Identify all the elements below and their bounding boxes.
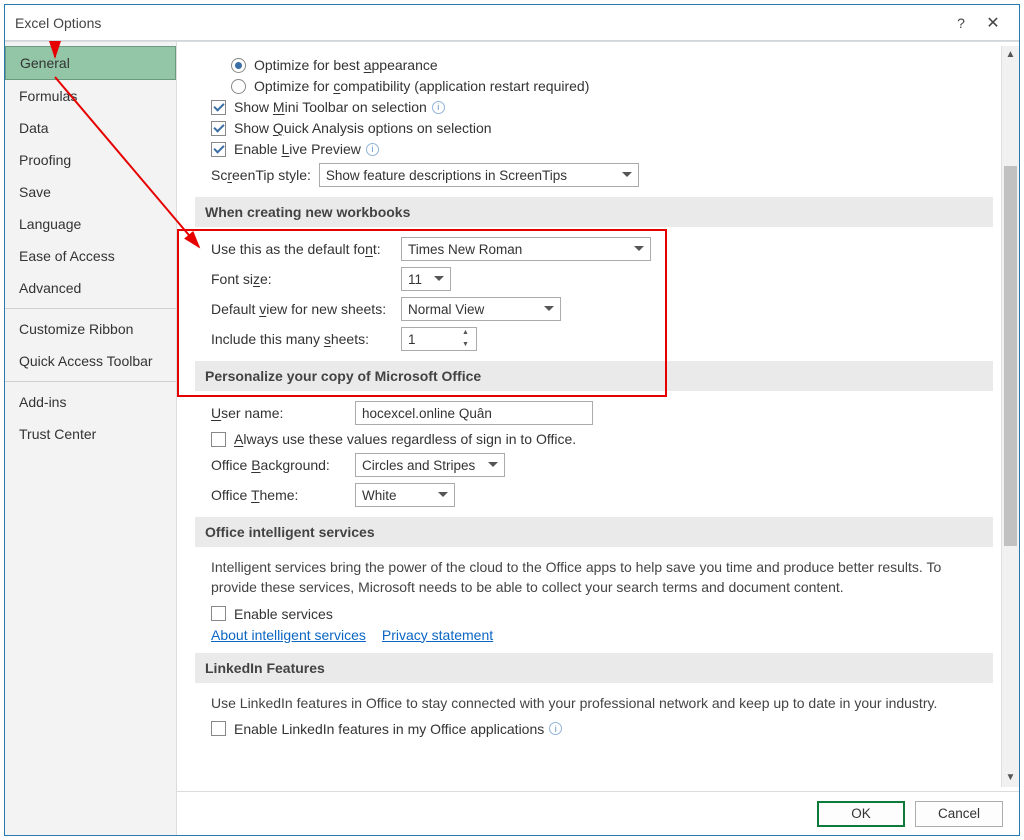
- include-sheets-label: Include this many sheets:: [211, 331, 401, 347]
- checkbox-live-preview[interactable]: [211, 142, 226, 157]
- checkbox-label: Enable LinkedIn features in my Office ap…: [234, 721, 544, 737]
- linkedin-description: Use LinkedIn features in Office to stay …: [211, 693, 991, 713]
- scroll-up-arrow[interactable]: ▲: [1002, 46, 1019, 64]
- sidebar-item-quick-access-toolbar[interactable]: Quick Access Toolbar: [5, 345, 176, 377]
- options-dialog: Excel Options ? ✕ General Formulas Data …: [4, 4, 1020, 836]
- info-icon[interactable]: i: [432, 101, 445, 114]
- user-name-input[interactable]: hocexcel.online Quân: [355, 401, 593, 425]
- close-icon[interactable]: ✕: [977, 13, 1009, 33]
- sidebar-item-ease-of-access[interactable]: Ease of Access: [5, 240, 176, 272]
- sidebar-item-add-ins[interactable]: Add-ins: [5, 386, 176, 418]
- checkbox-enable-linkedin[interactable]: [211, 721, 226, 736]
- sidebar-item-general[interactable]: General: [5, 46, 176, 80]
- default-view-dropdown[interactable]: Normal View: [401, 297, 561, 321]
- window-title: Excel Options: [15, 15, 101, 31]
- section-personalize: Personalize your copy of Microsoft Offic…: [195, 361, 993, 391]
- checkbox-quick-analysis[interactable]: [211, 121, 226, 136]
- info-icon[interactable]: i: [366, 143, 379, 156]
- sidebar-separator: [5, 308, 176, 309]
- sidebar-item-data[interactable]: Data: [5, 112, 176, 144]
- sidebar-item-language[interactable]: Language: [5, 208, 176, 240]
- radio-optimize-appearance[interactable]: [231, 58, 246, 73]
- office-background-dropdown[interactable]: Circles and Stripes: [355, 453, 505, 477]
- include-sheets-spinner[interactable]: 1 ▲▼: [401, 327, 477, 351]
- vertical-scrollbar[interactable]: ▲ ▼: [1001, 46, 1019, 787]
- office-theme-dropdown[interactable]: White: [355, 483, 455, 507]
- office-theme-label: Office Theme:: [211, 487, 347, 503]
- sidebar-item-advanced[interactable]: Advanced: [5, 272, 176, 304]
- default-font-dropdown[interactable]: Times New Roman: [401, 237, 651, 261]
- ok-button[interactable]: OK: [817, 801, 905, 827]
- default-font-label: Use this as the default font:: [211, 241, 401, 257]
- sidebar-item-save[interactable]: Save: [5, 176, 176, 208]
- spinner-buttons[interactable]: ▲▼: [462, 329, 474, 349]
- checkbox-label: Show Quick Analysis options on selection: [234, 120, 492, 136]
- section-new-workbooks: When creating new workbooks: [195, 197, 993, 227]
- checkbox-always-use[interactable]: [211, 432, 226, 447]
- checkbox-label: Enable services: [234, 606, 333, 622]
- sidebar: General Formulas Data Proofing Save Lang…: [5, 41, 177, 835]
- user-name-label: User name:: [211, 405, 347, 421]
- link-about-intelligent[interactable]: About intelligent services: [211, 627, 366, 643]
- sidebar-item-customize-ribbon[interactable]: Customize Ribbon: [5, 313, 176, 345]
- radio-optimize-compatibility[interactable]: [231, 79, 246, 94]
- sidebar-item-proofing[interactable]: Proofing: [5, 144, 176, 176]
- section-linkedin: LinkedIn Features: [195, 653, 993, 683]
- checkbox-label: Always use these values regardless of si…: [234, 431, 576, 447]
- titlebar: Excel Options ? ✕: [5, 5, 1019, 41]
- font-size-dropdown[interactable]: 11: [401, 267, 451, 291]
- office-background-label: Office Background:: [211, 457, 347, 473]
- sidebar-item-trust-center[interactable]: Trust Center: [5, 418, 176, 450]
- help-icon[interactable]: ?: [945, 15, 977, 31]
- section-intelligent: Office intelligent services: [195, 517, 993, 547]
- checkbox-mini-toolbar[interactable]: [211, 100, 226, 115]
- radio-label: Optimize for best appearance: [254, 57, 438, 73]
- sidebar-item-formulas[interactable]: Formulas: [5, 80, 176, 112]
- scroll-down-arrow[interactable]: ▼: [1002, 769, 1019, 787]
- info-icon[interactable]: i: [549, 722, 562, 735]
- link-privacy[interactable]: Privacy statement: [382, 627, 493, 643]
- checkbox-label: Enable Live Preview: [234, 141, 361, 157]
- default-view-label: Default view for new sheets:: [211, 301, 401, 317]
- cancel-button[interactable]: Cancel: [915, 801, 1003, 827]
- content-panel: Optimize for best appearance Optimize fo…: [177, 42, 1019, 791]
- scroll-thumb[interactable]: [1004, 166, 1017, 546]
- dialog-footer: OK Cancel: [177, 791, 1019, 835]
- checkbox-label: Show Mini Toolbar on selection: [234, 99, 427, 115]
- screentip-style-label: ScreenTip style:: [211, 167, 311, 183]
- sidebar-separator: [5, 381, 176, 382]
- font-size-label: Font size:: [211, 271, 401, 287]
- intelligent-description: Intelligent services bring the power of …: [211, 557, 991, 598]
- screentip-style-dropdown[interactable]: Show feature descriptions in ScreenTips: [319, 163, 639, 187]
- radio-label: Optimize for compatibility (application …: [254, 78, 589, 94]
- checkbox-enable-services[interactable]: [211, 606, 226, 621]
